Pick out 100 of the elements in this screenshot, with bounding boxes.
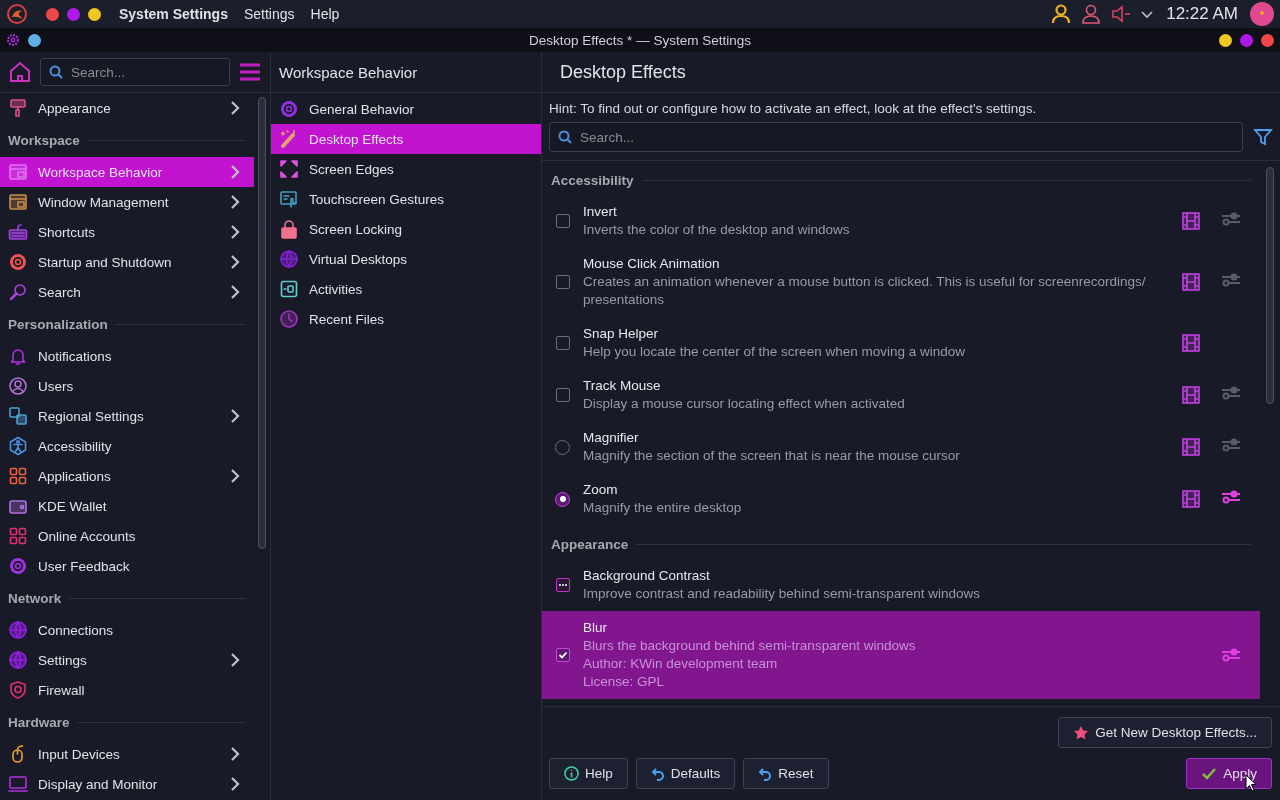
avatar-icon[interactable] [1250, 2, 1274, 26]
sidebar-item[interactable]: Appearance [0, 93, 254, 123]
radio-button[interactable] [555, 491, 570, 507]
chevron-down-icon[interactable] [1140, 9, 1155, 19]
effect-row[interactable]: Zoom Magnify the entire desktop [542, 473, 1260, 525]
sidebar-item[interactable]: Connections [0, 615, 254, 645]
film-icon[interactable] [1181, 489, 1201, 509]
close-dot[interactable] [46, 7, 59, 21]
chevron-icon [230, 165, 240, 179]
effect-name: Invert [583, 203, 618, 221]
sidebar-item[interactable]: Settings [0, 645, 254, 675]
sliders-icon[interactable] [1220, 489, 1242, 505]
subpanel-item[interactable]: Screen Locking [271, 214, 541, 244]
maximize-dot[interactable] [1240, 33, 1253, 47]
checkbox[interactable] [555, 388, 570, 402]
subpanel-item[interactable]: Desktop Effects [271, 124, 541, 154]
bell-icon [8, 346, 28, 366]
sidebar-item[interactable]: Shortcuts [0, 217, 254, 247]
menu-item[interactable]: Settings [243, 6, 295, 22]
menu-item[interactable]: Help [310, 6, 340, 22]
effect-row[interactable]: Track Mouse Display a mouse cursor locating effect when activated [542, 369, 1260, 421]
sliders-icon[interactable] [1220, 211, 1242, 227]
subpanel-item[interactable]: Activities [271, 274, 541, 304]
sliders-icon[interactable] [1220, 272, 1242, 288]
effect-description: Magnify the entire desktop [583, 499, 743, 517]
subpanel-item[interactable]: Recent Files [271, 304, 541, 334]
subpanel-item[interactable]: Screen Edges [271, 154, 541, 184]
checkbox[interactable] [555, 648, 570, 662]
effect-row[interactable]: Magnifier Magnify the section of the screen that is near the mouse cursor [542, 421, 1260, 473]
search-field[interactable]: Search... [549, 122, 1243, 152]
filter-icon[interactable] [1253, 127, 1273, 147]
checkbox[interactable] [555, 275, 570, 289]
hint-text: Hint: To find out or configure how to activate an effect, look at the effect's settings. [548, 100, 1038, 118]
clock-icon [279, 309, 299, 329]
touch-icon [279, 189, 299, 209]
sidebar-item[interactable]: Online Accounts [0, 521, 254, 551]
grid-icon [8, 466, 28, 486]
effect-row[interactable]: Blur Blurs the background behind semi-transparent windows Author: KWin development team License: GPL [542, 611, 1260, 699]
defaults-button[interactable]: Defaults [635, 758, 736, 789]
subpanel-item[interactable]: Touchscreen Gestures [271, 184, 541, 214]
sidebar-item[interactable]: Users [0, 371, 254, 401]
clock[interactable]: 12:22 AM [1166, 4, 1238, 24]
home-icon[interactable] [8, 60, 32, 84]
close-dot[interactable] [1261, 33, 1274, 47]
user-icon[interactable] [1050, 3, 1073, 25]
scrollbar-thumb[interactable] [258, 97, 266, 549]
apply-button[interactable]: Apply [1186, 758, 1272, 789]
reset-button[interactable]: Reset [743, 758, 829, 789]
effect-row[interactable]: Background Contrast Improve contrast and readability behind semi-transparent windows [542, 559, 1260, 611]
search-field[interactable]: Search... [40, 58, 230, 86]
scrollbar-thumb[interactable] [1266, 167, 1274, 404]
sidebar-item[interactable]: Workspace Behavior [0, 157, 254, 187]
effect-row[interactable]: Snap Helper Help you locate the center of the screen when moving a window [542, 317, 1260, 369]
pin-dot[interactable] [28, 33, 41, 47]
sidebar-item[interactable]: Accessibility [0, 431, 254, 461]
lock-icon [279, 219, 299, 239]
film-icon[interactable] [1181, 272, 1201, 292]
screen-edges-icon [279, 159, 299, 179]
sidebar-item[interactable]: Window Management [0, 187, 254, 217]
dragon-logo-icon[interactable] [6, 3, 28, 25]
effect-row[interactable]: Mouse Click Animation Creates an animation whenever a mouse button is clicked. This is useful for screenrecordings/ presentations [542, 247, 1260, 317]
menu-icon[interactable] [238, 62, 262, 82]
activities-icon [279, 279, 299, 299]
sidebar-item[interactable]: Startup and Shutdown [0, 247, 254, 277]
sidebar-item[interactable]: Firewall [0, 675, 254, 705]
section-heading: Appearance [551, 536, 629, 552]
get-new-effects-button[interactable]: Get New Desktop Effects... [1058, 717, 1272, 748]
help-button[interactable]: Help [549, 758, 628, 789]
sidebar-item[interactable]: KDE Wallet [0, 491, 254, 521]
checkbox[interactable] [555, 578, 570, 592]
user-icon [8, 376, 28, 396]
minimize-dot[interactable] [1219, 33, 1232, 47]
sidebar-item[interactable]: Search [0, 277, 254, 307]
sidebar-item[interactable]: User Feedback [0, 551, 254, 581]
speaker-muted-icon[interactable] [1110, 4, 1133, 24]
minimize-dot[interactable] [88, 7, 101, 21]
sidebar-item[interactable]: Regional Settings [0, 401, 254, 431]
chevron-icon [230, 409, 240, 423]
film-icon[interactable] [1181, 333, 1201, 353]
checkbox[interactable] [555, 336, 570, 350]
chevron-icon [230, 747, 240, 761]
check-icon [557, 650, 568, 660]
effect-row[interactable]: Invert Inverts the color of the desktop and windows [542, 195, 1260, 247]
chevron-icon [230, 195, 240, 209]
film-icon[interactable] [1181, 385, 1201, 405]
sliders-icon[interactable] [1220, 385, 1242, 401]
sliders-icon[interactable] [1220, 437, 1242, 453]
sidebar-item[interactable]: Input Devices [0, 739, 254, 769]
subpanel-item[interactable]: General Behavior [271, 94, 541, 124]
sidebar-item[interactable]: Display and Monitor [0, 769, 254, 799]
subpanel-item[interactable]: Virtual Desktops [271, 244, 541, 274]
sidebar-item[interactable]: Notifications [0, 341, 254, 371]
film-icon[interactable] [1181, 211, 1201, 231]
sliders-icon[interactable] [1220, 647, 1242, 663]
film-icon[interactable] [1181, 437, 1201, 457]
maximize-dot[interactable] [67, 7, 80, 21]
accessibility-icon [8, 436, 28, 456]
user-icon[interactable] [1080, 3, 1103, 25]
checkbox[interactable] [555, 214, 570, 228]
sidebar-item[interactable]: Applications [0, 461, 254, 491]
